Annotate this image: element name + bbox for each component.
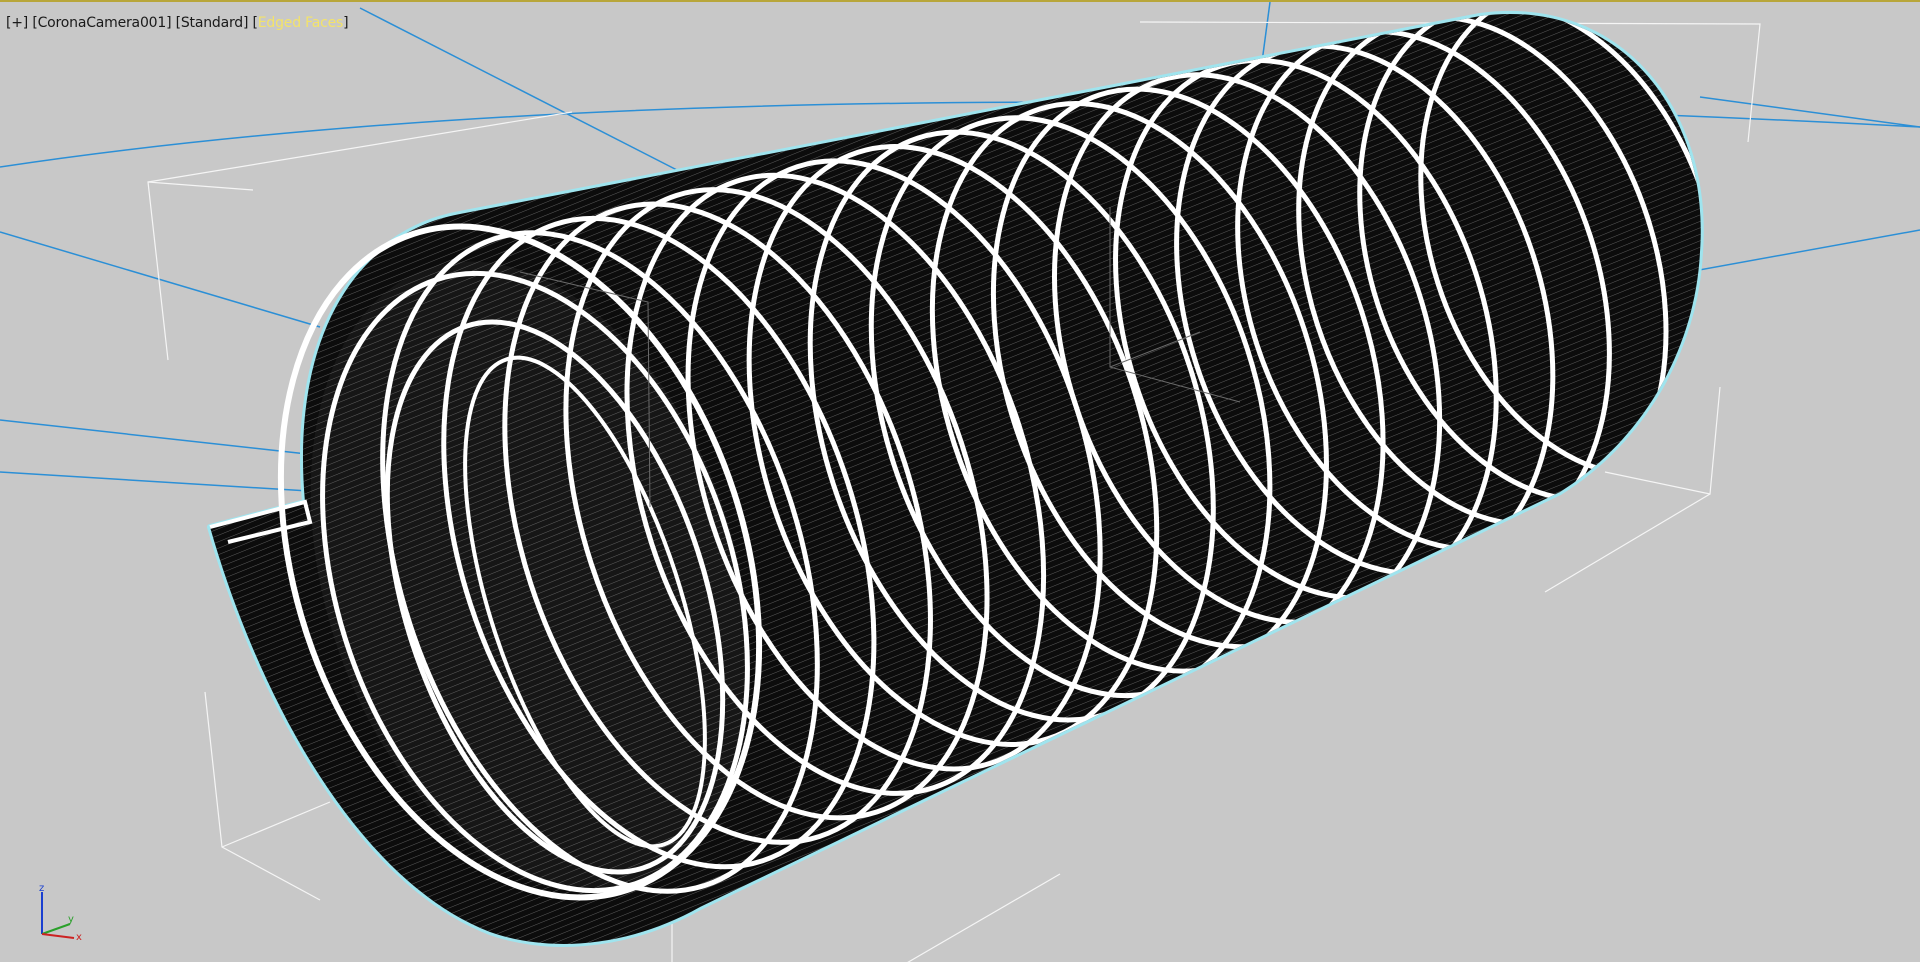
axis-y-label: y (68, 914, 74, 925)
perspective-viewport[interactable]: [+] [CoronaCamera001] [Standard] [Edged … (0, 0, 1920, 962)
axis-tripod-icon: z y x (39, 883, 82, 942)
viewport-label: [+] [CoronaCamera001] [Standard] [Edged … (6, 15, 349, 31)
axis-z-label: z (39, 883, 44, 894)
viewport-mode-menu[interactable]: Standard (181, 15, 243, 31)
scene-canvas[interactable] (0, 2, 1920, 962)
viewport-camera-menu[interactable]: CoronaCamera001 (38, 15, 167, 31)
axis-x-label: x (76, 932, 82, 942)
viewport-shading-menu[interactable]: Edged Faces (258, 15, 344, 31)
viewport-plus-menu[interactable]: + (11, 15, 23, 31)
